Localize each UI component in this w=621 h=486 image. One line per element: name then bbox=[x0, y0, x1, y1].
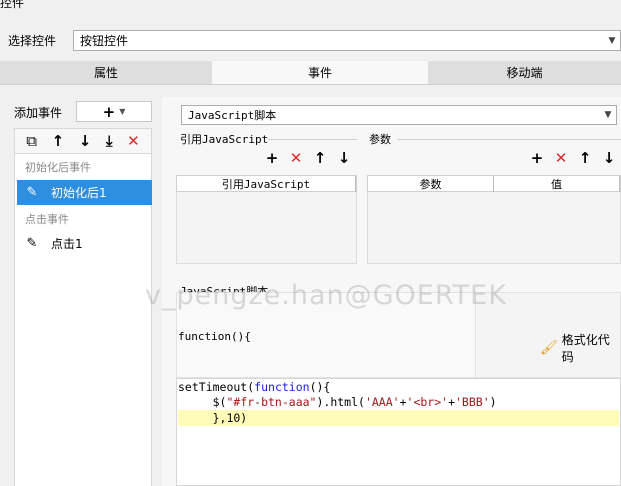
ref-js-table-header: 引用JavaScript bbox=[176, 175, 357, 192]
delete-icon[interactable]: ✕ bbox=[286, 149, 306, 167]
move-bottom-icon[interactable]: ⤓ bbox=[106, 133, 113, 149]
event-item-click[interactable]: ✎ 点击1 bbox=[17, 231, 152, 256]
control-select[interactable]: 按钮控件 ▼ bbox=[73, 30, 621, 51]
code-line-3: },10) bbox=[178, 410, 619, 426]
chevron-down-icon: ▼ bbox=[604, 110, 612, 120]
arrow-up-icon[interactable]: ↑ bbox=[575, 149, 595, 167]
divider bbox=[268, 139, 357, 140]
params-title: 参数 bbox=[369, 133, 391, 146]
param-value-column: 值 bbox=[494, 175, 620, 192]
window-title: 控件 bbox=[0, 0, 25, 10]
select-control-label: 选择控件 bbox=[8, 34, 57, 48]
chevron-down-icon: ▼ bbox=[608, 35, 616, 46]
pencil-icon: ✎ bbox=[26, 236, 38, 251]
code-editor[interactable]: setTimeout(function(){ $("#fr-btn-aaa").… bbox=[176, 378, 621, 486]
arrow-down-icon[interactable]: ↓ bbox=[334, 149, 354, 167]
function-header: function(){ bbox=[178, 330, 251, 343]
chevron-down-icon: ▼ bbox=[119, 107, 126, 116]
event-item-label: 初始化后1 bbox=[51, 186, 107, 200]
arrow-down-icon[interactable]: ↓ bbox=[599, 149, 619, 167]
control-select-value: 按钮控件 bbox=[80, 34, 129, 48]
event-toolbar: ⧉ ↑ ↓ ⤓ ✕ bbox=[14, 128, 152, 154]
ref-js-toolbar: + ✕ ↑ ↓ bbox=[262, 149, 354, 167]
divider bbox=[397, 139, 621, 140]
format-code-label: 格式化代码 bbox=[561, 333, 610, 364]
plus-icon[interactable]: + bbox=[262, 149, 282, 167]
script-type-select[interactable]: JavaScript脚本 ▼ bbox=[181, 105, 617, 125]
arrow-up-icon[interactable]: ↑ bbox=[52, 133, 65, 149]
brush-icon: 🖌 bbox=[540, 340, 558, 356]
copy-icon[interactable]: ⧉ bbox=[26, 133, 37, 149]
code-line-2: $("#fr-btn-aaa").html('AAA'+'<br>'+'BBB'… bbox=[178, 395, 497, 409]
plus-icon: + bbox=[102, 102, 116, 121]
format-code-button[interactable]: 🖌 格式化代码 bbox=[540, 331, 620, 365]
pencil-icon: ✎ bbox=[26, 185, 38, 200]
code-line-1: setTimeout(function(){ bbox=[178, 380, 331, 394]
add-event-button[interactable]: + ▼ bbox=[76, 101, 152, 122]
tab-properties[interactable]: 属性 bbox=[0, 61, 212, 84]
event-list: 初始化后事件 ✎ 初始化后1 点击事件 ✎ 点击1 bbox=[14, 154, 152, 258]
plus-icon[interactable]: + bbox=[527, 149, 547, 167]
watermark: v_pengze.han@GOERTEK bbox=[145, 280, 507, 311]
script-type-value: JavaScript脚本 bbox=[188, 109, 277, 122]
event-item-label: 点击1 bbox=[51, 237, 83, 251]
delete-icon[interactable]: ✕ bbox=[551, 149, 571, 167]
delete-icon[interactable]: ✕ bbox=[127, 133, 140, 149]
tab-mobile[interactable]: 移动端 bbox=[428, 61, 621, 84]
ref-js-column: 引用JavaScript bbox=[177, 175, 356, 192]
group-label-after-init: 初始化后事件 bbox=[25, 161, 91, 174]
add-event-label: 添加事件 bbox=[14, 106, 63, 120]
params-table-header: 参数 值 bbox=[367, 175, 621, 192]
ref-js-table-body[interactable] bbox=[176, 192, 357, 264]
ref-js-title: 引用JavaScript bbox=[180, 133, 269, 146]
params-table-body[interactable] bbox=[367, 192, 621, 264]
tab-events[interactable]: 事件 bbox=[212, 61, 428, 84]
arrow-down-icon[interactable]: ↓ bbox=[79, 133, 92, 149]
event-list-empty bbox=[14, 258, 152, 486]
group-label-click: 点击事件 bbox=[25, 213, 69, 226]
params-toolbar: + ✕ ↑ ↓ bbox=[527, 149, 619, 167]
tab-bar: 属性 事件 移动端 bbox=[0, 61, 621, 85]
param-name-column: 参数 bbox=[368, 175, 494, 192]
arrow-up-icon[interactable]: ↑ bbox=[310, 149, 330, 167]
event-item-after-init[interactable]: ✎ 初始化后1 bbox=[17, 180, 152, 205]
